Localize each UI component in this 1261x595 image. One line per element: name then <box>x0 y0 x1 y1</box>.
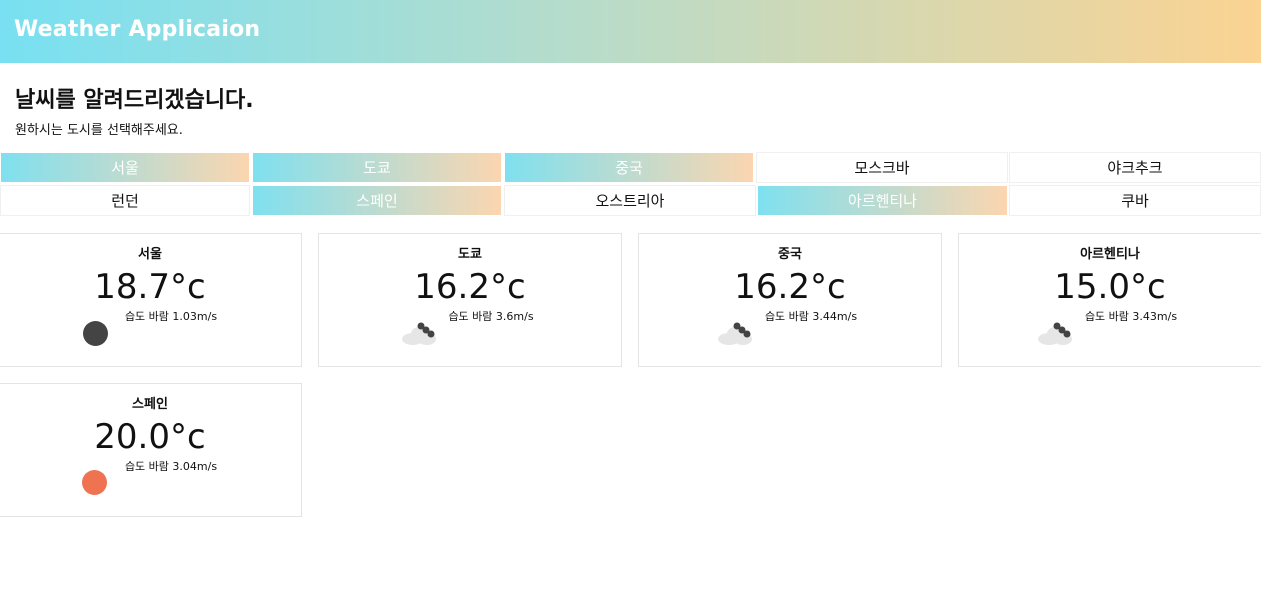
card-weather-info: 습도 바람 3.43m/s <box>1084 310 1178 323</box>
card-weather-info: 습도 바람 3.04m/s <box>124 460 218 473</box>
page-title: 날씨를 알려드리겠습니다. <box>15 88 254 113</box>
cloud-icon <box>402 322 436 345</box>
card-city-name: 서울 <box>138 247 162 262</box>
card-weather-info: 습도 바람 3.6m/s <box>448 310 534 323</box>
weather-card-spain: 스페인 20.0°c 습도 바람 3.04m/s <box>0 383 302 517</box>
city-button-spain[interactable]: 스페인 <box>252 185 502 216</box>
city-button-tokyo[interactable]: 도쿄 <box>252 152 502 183</box>
city-button-moscow[interactable]: 모스크바 <box>756 152 1008 183</box>
weather-card-tokyo: 도쿄 16.2°c 습도 바람 3.6m/s <box>318 233 622 367</box>
card-city-name: 도쿄 <box>458 247 482 262</box>
sun-circle-icon <box>82 470 107 495</box>
city-button-china[interactable]: 중국 <box>504 152 754 183</box>
app-title: Weather Applicaion <box>14 17 261 42</box>
card-temperature: 20.0°c <box>94 417 206 457</box>
card-weather-info: 습도 바람 3.44m/s <box>764 310 858 323</box>
weather-card-seoul: 서울 18.7°c 습도 바람 1.03m/s <box>0 233 302 367</box>
app-header: Weather Applicaion <box>0 0 1261 63</box>
cloud-icon <box>1038 322 1072 345</box>
card-temperature: 16.2°c <box>734 267 846 307</box>
card-temperature: 18.7°c <box>94 267 206 307</box>
card-city-name: 중국 <box>778 247 802 262</box>
weather-card-china: 중국 16.2°c 습도 바람 3.44m/s <box>638 233 942 367</box>
card-temperature: 15.0°c <box>1054 267 1166 307</box>
page-subtitle: 원하시는 도시를 선택해주세요. <box>15 123 183 138</box>
city-button-seoul[interactable]: 서울 <box>0 152 250 183</box>
city-button-austria[interactable]: 오스트리아 <box>504 185 756 216</box>
card-city-name: 스페인 <box>132 397 168 412</box>
card-temperature: 16.2°c <box>414 267 526 307</box>
city-button-cuba[interactable]: 쿠바 <box>1009 185 1261 216</box>
city-button-argentina[interactable]: 아르헨티나 <box>757 185 1008 216</box>
city-button-yakutsk[interactable]: 야크추크 <box>1009 152 1261 183</box>
weather-card-argentina: 아르헨티나 15.0°c 습도 바람 3.43m/s <box>958 233 1261 367</box>
cloud-icon <box>718 322 752 345</box>
city-button-london[interactable]: 런던 <box>0 185 250 216</box>
card-city-name: 아르헨티나 <box>1080 247 1140 262</box>
card-weather-info: 습도 바람 1.03m/s <box>124 310 218 323</box>
dark-circle-icon <box>83 321 108 346</box>
